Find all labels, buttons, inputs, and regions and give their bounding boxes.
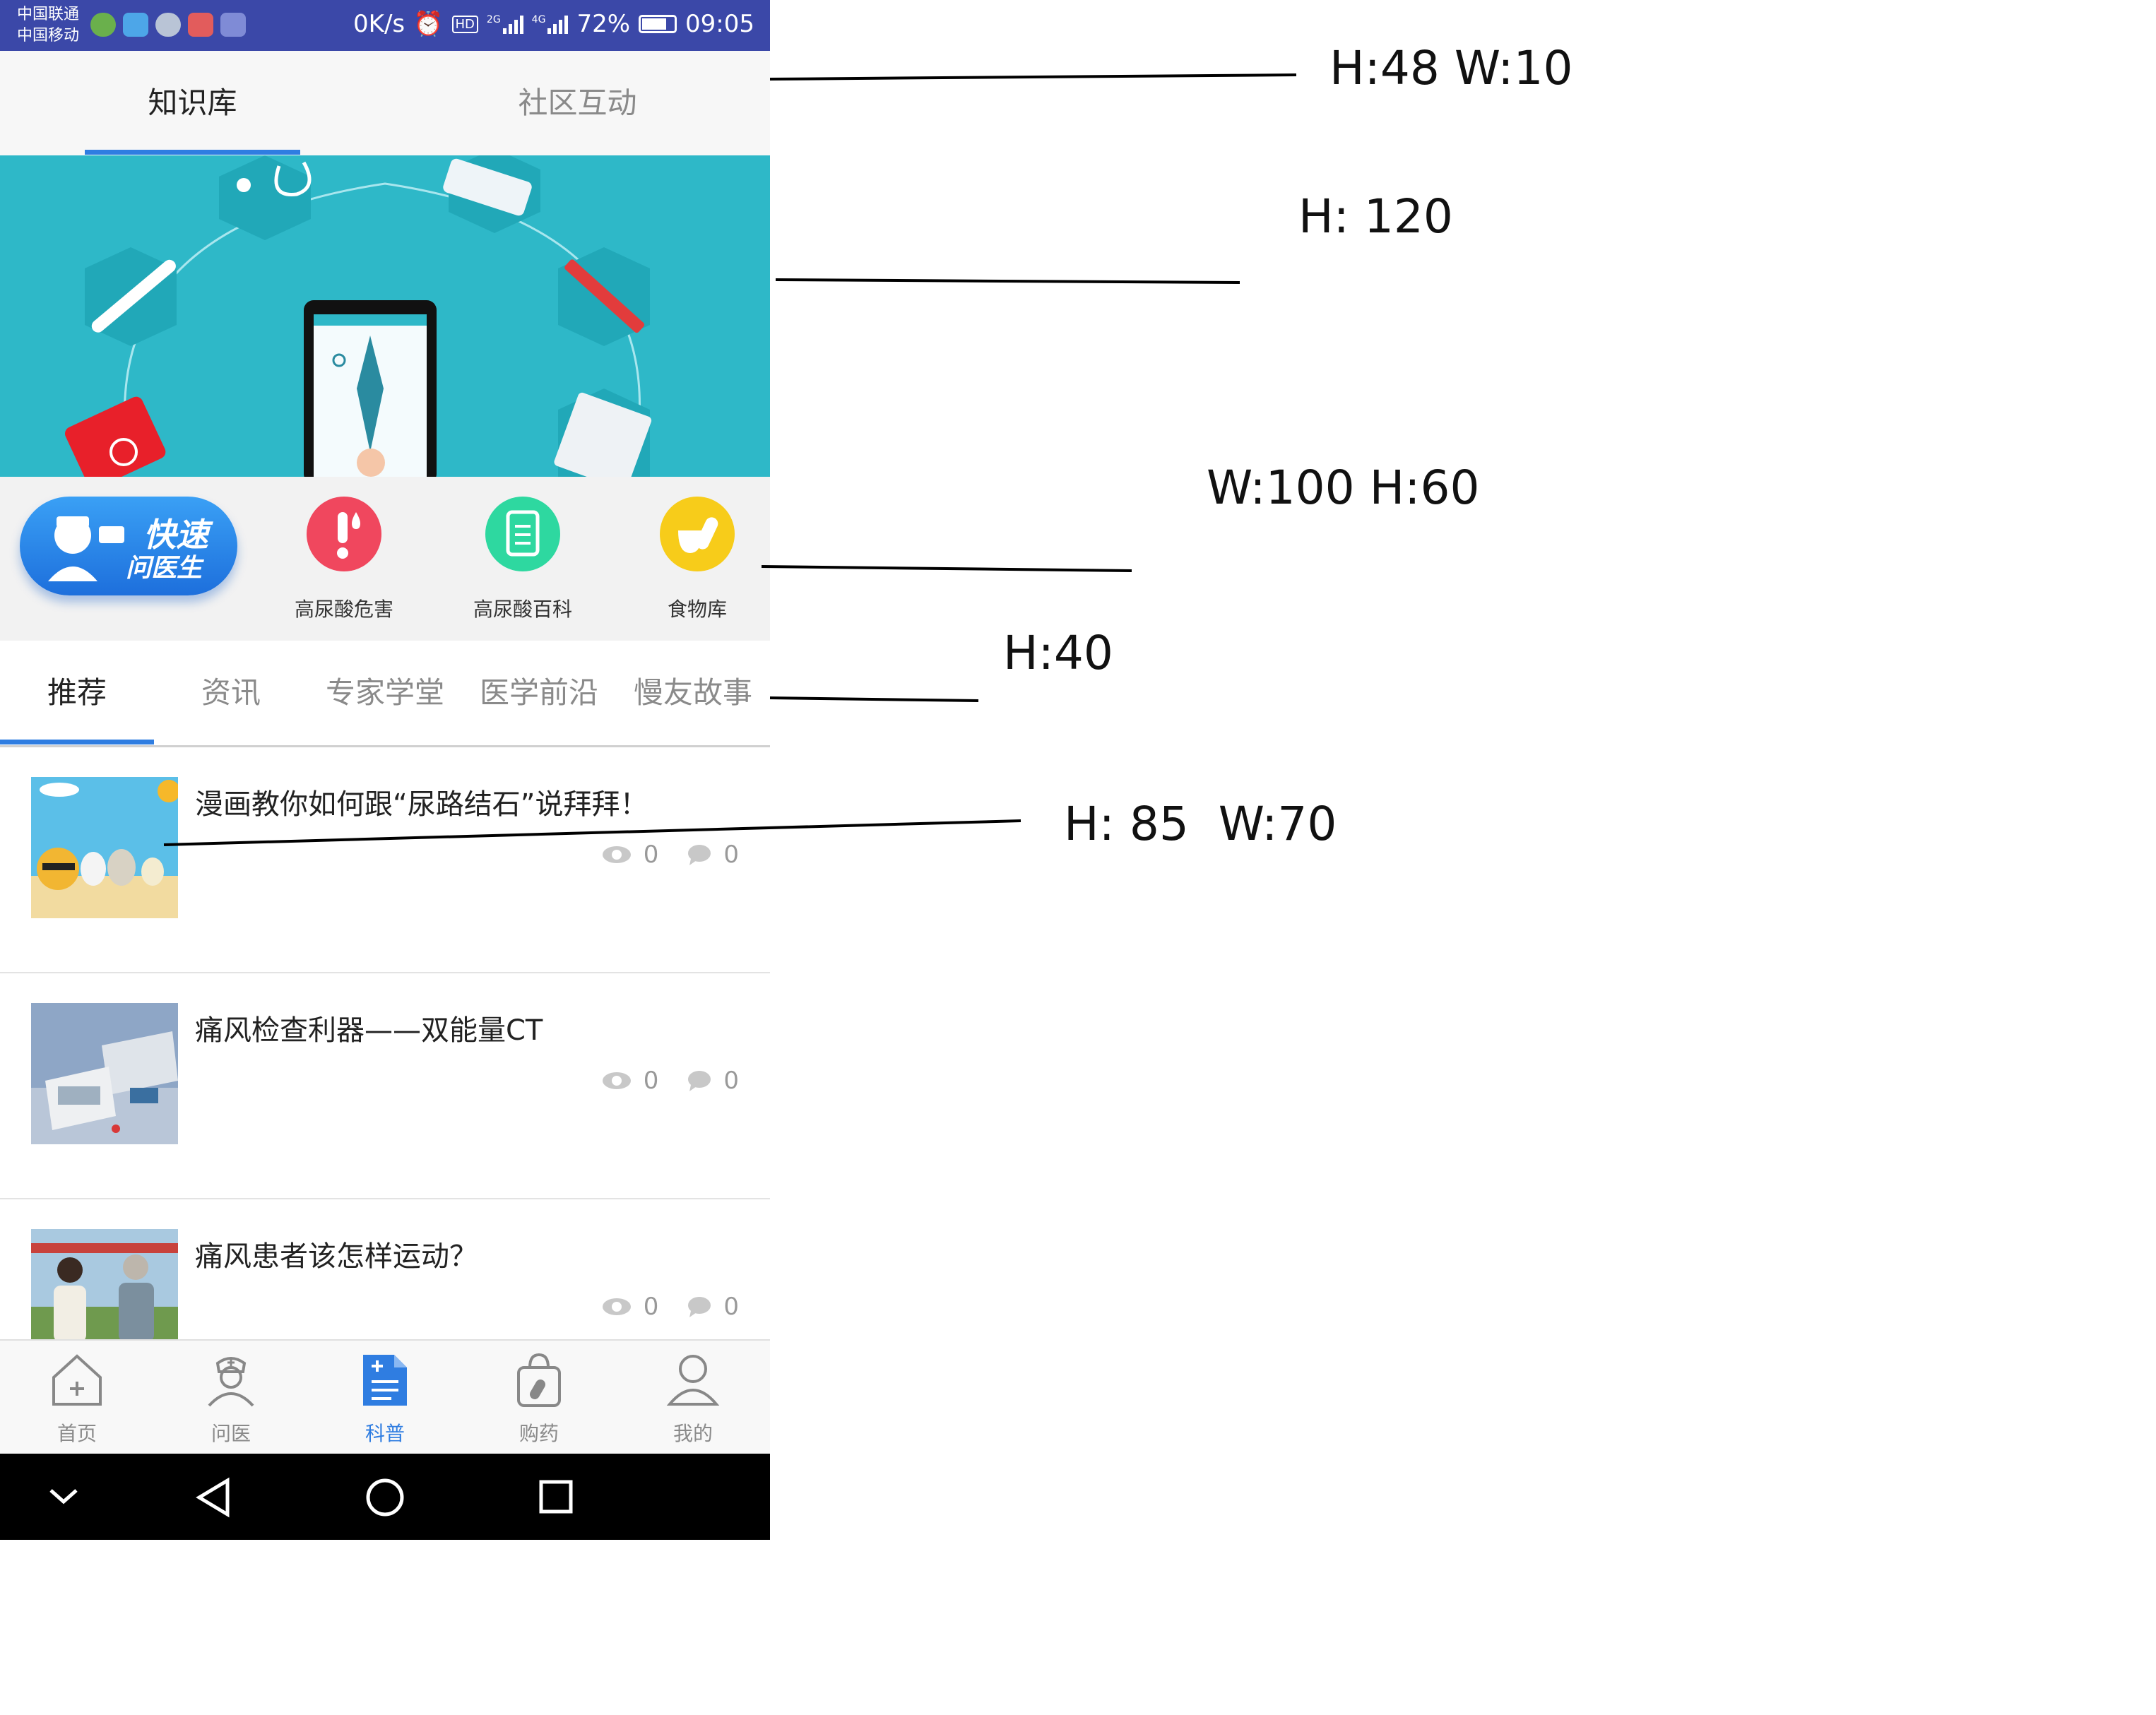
annotation-category-tabs: H:40 — [1003, 626, 1113, 680]
annotation-lines — [163, 73, 1297, 846]
annotation-quick-actions: W:100 H:60 — [1207, 461, 1480, 515]
annotation-banner: H: 120 — [1298, 189, 1453, 244]
annotation-top-tabs: H:48 W:100 — [1329, 41, 1575, 95]
annotation-article: H: 85 W:70 — [1064, 797, 1337, 851]
